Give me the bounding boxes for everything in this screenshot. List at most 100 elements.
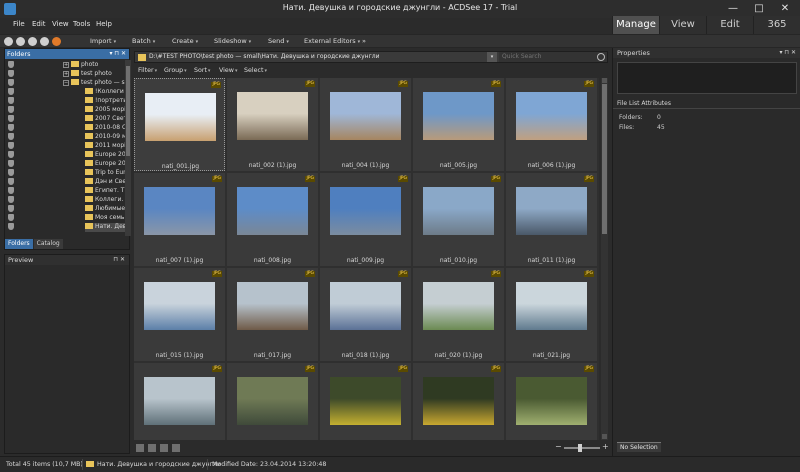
tab-folders[interactable]: Folders [5,239,33,249]
zoom-out-icon[interactable]: − [555,442,562,451]
tab-365[interactable]: 365 [753,16,800,34]
current-path[interactable]: D:\#TEST PHOTO\test photo — small\Нати. … [149,53,380,60]
slider-knob[interactable] [578,444,582,452]
thumbnail-item[interactable]: JPG [227,363,318,440]
thumbnail-size-slider[interactable] [564,444,600,452]
tab-view[interactable]: View [659,16,706,34]
photo-thumbnail[interactable] [144,282,215,330]
batch-menu[interactable]: Batch ▾ [132,37,155,45]
details-mode-icon[interactable] [160,444,168,452]
photo-thumbnail[interactable] [237,187,308,235]
scroll-down-icon[interactable] [602,434,607,439]
photo-thumbnail[interactable] [516,282,587,330]
thumbnail-item[interactable]: JPG [413,363,504,440]
home-icon[interactable] [40,37,49,46]
thumbnail-item[interactable]: JPG nati_001.jpg [134,78,225,171]
panel-controls[interactable]: ▾ ⊓ ✕ [109,49,126,59]
external-editors-menu[interactable]: External Editors ▾ [304,37,360,45]
path-history-dropdown[interactable]: ▾ [487,52,497,62]
thumbnail-item[interactable]: JPG nati_021.jpg [506,268,597,361]
sort-menu[interactable]: Sort▾ [194,67,210,74]
tree-item[interactable]: 2005 морі [85,106,126,115]
thumbnail-item[interactable]: JPG nati_002 (1).jpg [227,78,318,171]
thumbnail-item[interactable]: JPG nati_004 (1).jpg [320,78,411,171]
tree-item[interactable]: + photo [63,61,98,70]
preview-panel-controls[interactable]: ⊓ ✕ [113,255,125,265]
menu-edit[interactable]: Edit [32,20,46,28]
thumbnail-item[interactable]: JPG nati_006 (1).jpg [506,78,597,171]
tree-item[interactable]: Любимые [85,205,125,214]
expand-toggle-icon[interactable]: − [63,80,69,86]
scrollbar-thumb[interactable] [126,66,130,156]
up-folder-icon[interactable] [28,37,37,46]
photo-thumbnail[interactable] [423,377,494,425]
send-menu[interactable]: Send ▾ [268,37,289,45]
photo-thumbnail[interactable] [423,92,494,140]
thumbnail-item[interactable]: JPG [506,363,597,440]
tab-no-selection[interactable]: No Selection [617,442,661,452]
tree-item[interactable]: Египет. Т [85,187,124,196]
group-menu[interactable]: Group▾ [164,67,187,74]
thumbnail-mode-icon[interactable] [136,444,144,452]
properties-panel-controls[interactable]: ▾ ⊓ ✕ [779,48,796,58]
menu-file[interactable]: File [13,20,25,28]
back-icon[interactable] [4,37,13,46]
thumbnail-item[interactable]: JPG nati_009.jpg [320,173,411,266]
photo-thumbnail[interactable] [237,282,308,330]
thumbnail-item[interactable]: JPG nati_018 (1).jpg [320,268,411,361]
quick-search-input[interactable] [499,52,607,62]
thumbnail-item[interactable]: JPG nati_010.jpg [413,173,504,266]
tab-catalog[interactable]: Catalog [33,239,63,249]
tab-manage[interactable]: Manage [612,16,659,34]
photo-thumbnail[interactable] [237,377,308,425]
photo-thumbnail[interactable] [144,377,215,425]
tiles-mode-icon[interactable] [148,444,156,452]
tree-item[interactable]: 2007 Свет [85,115,127,124]
menu-help[interactable]: Help [96,20,112,28]
acdsee-online-icon[interactable] [52,37,61,46]
expand-toggle-icon[interactable]: + [63,71,69,77]
thumbnail-item[interactable]: JPG [134,363,225,440]
photo-thumbnail[interactable] [237,92,308,140]
tree-item[interactable]: !портреты [85,97,128,106]
create-menu[interactable]: Create ▾ [172,37,198,45]
photo-thumbnail[interactable] [144,187,215,235]
photo-thumbnail[interactable] [330,187,401,235]
file-list-scrollbar[interactable] [601,78,608,440]
slideshow-menu[interactable]: Slideshow ▾ [214,37,251,45]
select-menu[interactable]: Select▾ [244,67,267,74]
tree-item[interactable]: Нати. Дев [85,223,127,232]
tree-item[interactable]: 2010-08 С [85,124,126,133]
tree-item[interactable]: + test photo [63,70,112,79]
photo-thumbnail[interactable] [423,282,494,330]
thumbnail-item[interactable]: JPG [320,363,411,440]
photo-thumbnail[interactable] [330,282,401,330]
photo-thumbnail[interactable] [423,187,494,235]
import-menu[interactable]: Import ▾ [90,37,116,45]
tree-item[interactable]: Europe 20 [85,160,126,169]
forward-icon[interactable] [16,37,25,46]
thumbnail-item[interactable]: JPG nati_015 (1).jpg [134,268,225,361]
view-menu[interactable]: View▾ [219,67,237,74]
more-toolbar-icon[interactable]: » [362,37,366,45]
tree-item[interactable]: Дэн и Све [85,178,126,187]
tree-item[interactable]: Коллеги. А [85,196,129,205]
thumbnail-item[interactable]: JPG nati_008.jpg [227,173,318,266]
photo-thumbnail[interactable] [516,92,587,140]
filmstrip-mode-icon[interactable] [172,444,180,452]
expand-toggle-icon[interactable]: + [63,62,69,68]
filter-menu[interactable]: Filter▾ [138,67,157,74]
thumbnail-item[interactable]: JPG nati_011 (1).jpg [506,173,597,266]
photo-thumbnail[interactable] [330,92,401,140]
thumbnail-item[interactable]: JPG nati_017.jpg [227,268,318,361]
zoom-in-icon[interactable]: + [602,442,609,451]
photo-thumbnail[interactable] [516,377,587,425]
thumbnail-item[interactable]: JPG nati_005.jpg [413,78,504,171]
scroll-up-icon[interactable] [602,78,607,83]
tree-item[interactable]: 2011 морі [85,142,126,151]
tree-item[interactable]: Trip to Eur [85,169,126,178]
search-icon[interactable] [597,53,605,61]
tree-item[interactable]: 2010-09 м [85,133,127,142]
tree-item[interactable]: !Коллеги А [85,88,130,97]
thumbnail-item[interactable]: JPG nati_020 (1).jpg [413,268,504,361]
